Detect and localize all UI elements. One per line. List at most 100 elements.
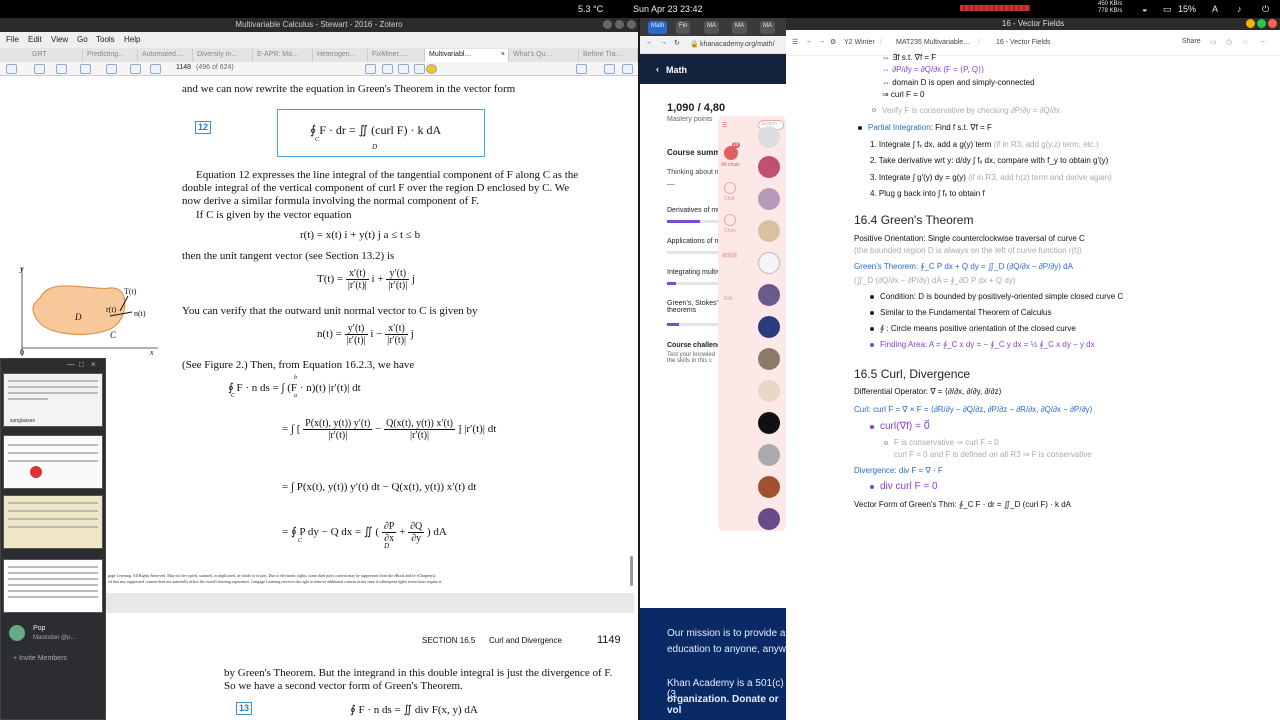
window-thumbnail[interactable] <box>3 495 103 549</box>
power-icon[interactable]: ⏻ <box>1262 4 1269 15</box>
input-language[interactable]: A <box>1212 4 1218 14</box>
window-thumbnail[interactable] <box>3 435 103 489</box>
window-thumbnail[interactable] <box>3 559 103 613</box>
menu-icon[interactable]: ☰ <box>792 38 798 46</box>
browser-tab[interactable]: MA <box>760 21 775 34</box>
note-tool-icon[interactable] <box>382 64 393 74</box>
maximize-icon[interactable]: □ <box>79 360 84 369</box>
avatar[interactable] <box>758 444 780 466</box>
tab-item[interactable]: GRT <box>28 49 83 62</box>
url-field[interactable]: khanacademy.org/math/ <box>700 41 775 48</box>
browser-tab[interactable]: MA <box>732 21 747 34</box>
star-icon[interactable]: ☆ <box>1242 38 1248 46</box>
back-icon[interactable] <box>106 64 117 74</box>
close-icon[interactable]: × <box>91 360 96 369</box>
minimize-button[interactable] <box>1246 19 1255 28</box>
area-tool-icon[interactable] <box>414 64 425 74</box>
sidebar-toggle-icon[interactable] <box>6 64 17 74</box>
breadcrumb-item[interactable]: MAT235 Multivariable… <box>896 39 970 46</box>
avatar[interactable] <box>758 476 780 498</box>
text-tool-icon[interactable] <box>398 64 409 74</box>
forward-icon[interactable]: → <box>660 39 667 46</box>
tab-item[interactable]: Before Tra… <box>579 49 638 62</box>
breadcrumb-item[interactable]: 16 - Vector Fields <box>996 39 1050 46</box>
avatar[interactable] <box>758 348 780 370</box>
window-thumbnail[interactable]: sunglasses <box>3 373 103 427</box>
avatar[interactable] <box>758 126 780 148</box>
invite-members-button[interactable]: + Invite Members <box>13 655 67 662</box>
unit-link[interactable]: Applications of m <box>667 238 720 245</box>
maximize-button[interactable] <box>615 20 624 29</box>
wifi-icon[interactable]: ◒ <box>1142 4 1147 14</box>
reload-icon[interactable]: ↻ <box>674 39 680 47</box>
avatar[interactable] <box>758 380 780 402</box>
zoom-in-icon[interactable] <box>56 64 67 74</box>
menu-icon[interactable]: ☰ <box>722 122 736 132</box>
zoom-out-icon[interactable] <box>34 64 45 74</box>
menu-help[interactable]: Help <box>124 35 140 44</box>
chevron-left-icon[interactable]: ‹ <box>656 64 659 74</box>
next-page-icon[interactable] <box>150 64 161 74</box>
page-number-input[interactable]: 1148 <box>176 64 191 71</box>
avatar[interactable] <box>758 252 780 274</box>
zoom-reset-icon[interactable] <box>80 64 91 74</box>
menu-go[interactable]: Go <box>77 35 88 44</box>
all-chats-icon[interactable] <box>724 146 738 160</box>
browser-tab-active[interactable]: Math <box>648 21 668 34</box>
pdf-scrollbar[interactable] <box>630 556 633 586</box>
tab-item[interactable]: Diversity in… <box>193 49 253 62</box>
close-button[interactable] <box>1268 19 1277 28</box>
breadcrumb-math[interactable]: Math <box>666 65 687 75</box>
avatar[interactable] <box>758 316 780 338</box>
tab-item[interactable]: Predicting… <box>83 49 138 62</box>
avatar[interactable] <box>9 625 25 641</box>
battery-icon[interactable]: ▭ <box>1163 4 1172 15</box>
highlight-tool-icon[interactable] <box>365 64 376 74</box>
tab-item[interactable]: FixMiner:… <box>368 49 425 62</box>
menu-tools[interactable]: Tools <box>96 35 115 44</box>
tab-close-icon[interactable]: × <box>501 49 505 61</box>
context-pane-icon[interactable] <box>604 64 615 74</box>
minimize-button[interactable] <box>603 20 612 29</box>
minimize-icon[interactable]: — <box>67 360 75 369</box>
menu-file[interactable]: File <box>6 35 19 44</box>
system-clock[interactable]: Sun Apr 23 23:42 <box>633 4 703 14</box>
prev-page-icon[interactable] <box>130 64 141 74</box>
bell-icon[interactable]: ♪ <box>1237 4 1242 14</box>
unit-link[interactable]: Derivatives of mu <box>667 207 721 214</box>
color-picker-icon[interactable] <box>426 64 437 74</box>
forward-icon[interactable]: → <box>818 38 825 45</box>
avatar[interactable] <box>758 508 780 530</box>
tab-item[interactable]: E-APR: Ma… <box>253 49 313 62</box>
breadcrumb-item[interactable]: Y2 Winter <box>844 39 875 46</box>
settings-icon[interactable]: ⚙ <box>830 38 836 46</box>
comment-icon[interactable]: ▭ <box>1210 38 1217 46</box>
notes-content[interactable]: ⇔ ∃f s.t. ∇f = F ⇔ ∂P/∂y = ∂Q/∂x (F = ⟨P… <box>786 53 1280 720</box>
avatar[interactable] <box>758 188 780 210</box>
tab-item[interactable]: Heterogen… <box>313 49 368 62</box>
browser-tab[interactable]: MA <box>704 21 719 34</box>
tab-item[interactable]: Automated… <box>138 49 193 62</box>
avatar[interactable] <box>758 284 780 306</box>
channel-icon[interactable] <box>724 214 736 226</box>
tab-item[interactable]: What's Qu… <box>509 49 579 62</box>
close-button[interactable] <box>627 20 636 29</box>
chat-icon[interactable] <box>724 182 736 194</box>
avatar[interactable] <box>758 156 780 178</box>
unit-link[interactable]: Integrating multiv <box>667 269 720 276</box>
more-icon[interactable] <box>622 64 633 74</box>
browser-tab[interactable]: Fin <box>676 21 691 34</box>
back-icon[interactable]: ← <box>806 38 813 45</box>
avatar[interactable] <box>758 220 780 242</box>
tab-item-active[interactable]: Multivariabl… × <box>425 49 509 62</box>
footer-org-2[interactable]: organization. Donate or vol <box>667 694 786 716</box>
avatar[interactable] <box>758 412 780 434</box>
history-icon[interactable]: ◷ <box>1226 38 1232 46</box>
menu-edit[interactable]: Edit <box>28 35 42 44</box>
share-button[interactable]: Share <box>1182 38 1201 45</box>
more-icon[interactable]: ⋯ <box>1260 38 1267 46</box>
menu-view[interactable]: View <box>51 35 68 44</box>
search-icon[interactable] <box>576 64 587 74</box>
maximize-button[interactable] <box>1257 19 1266 28</box>
back-icon[interactable]: ← <box>646 39 653 46</box>
